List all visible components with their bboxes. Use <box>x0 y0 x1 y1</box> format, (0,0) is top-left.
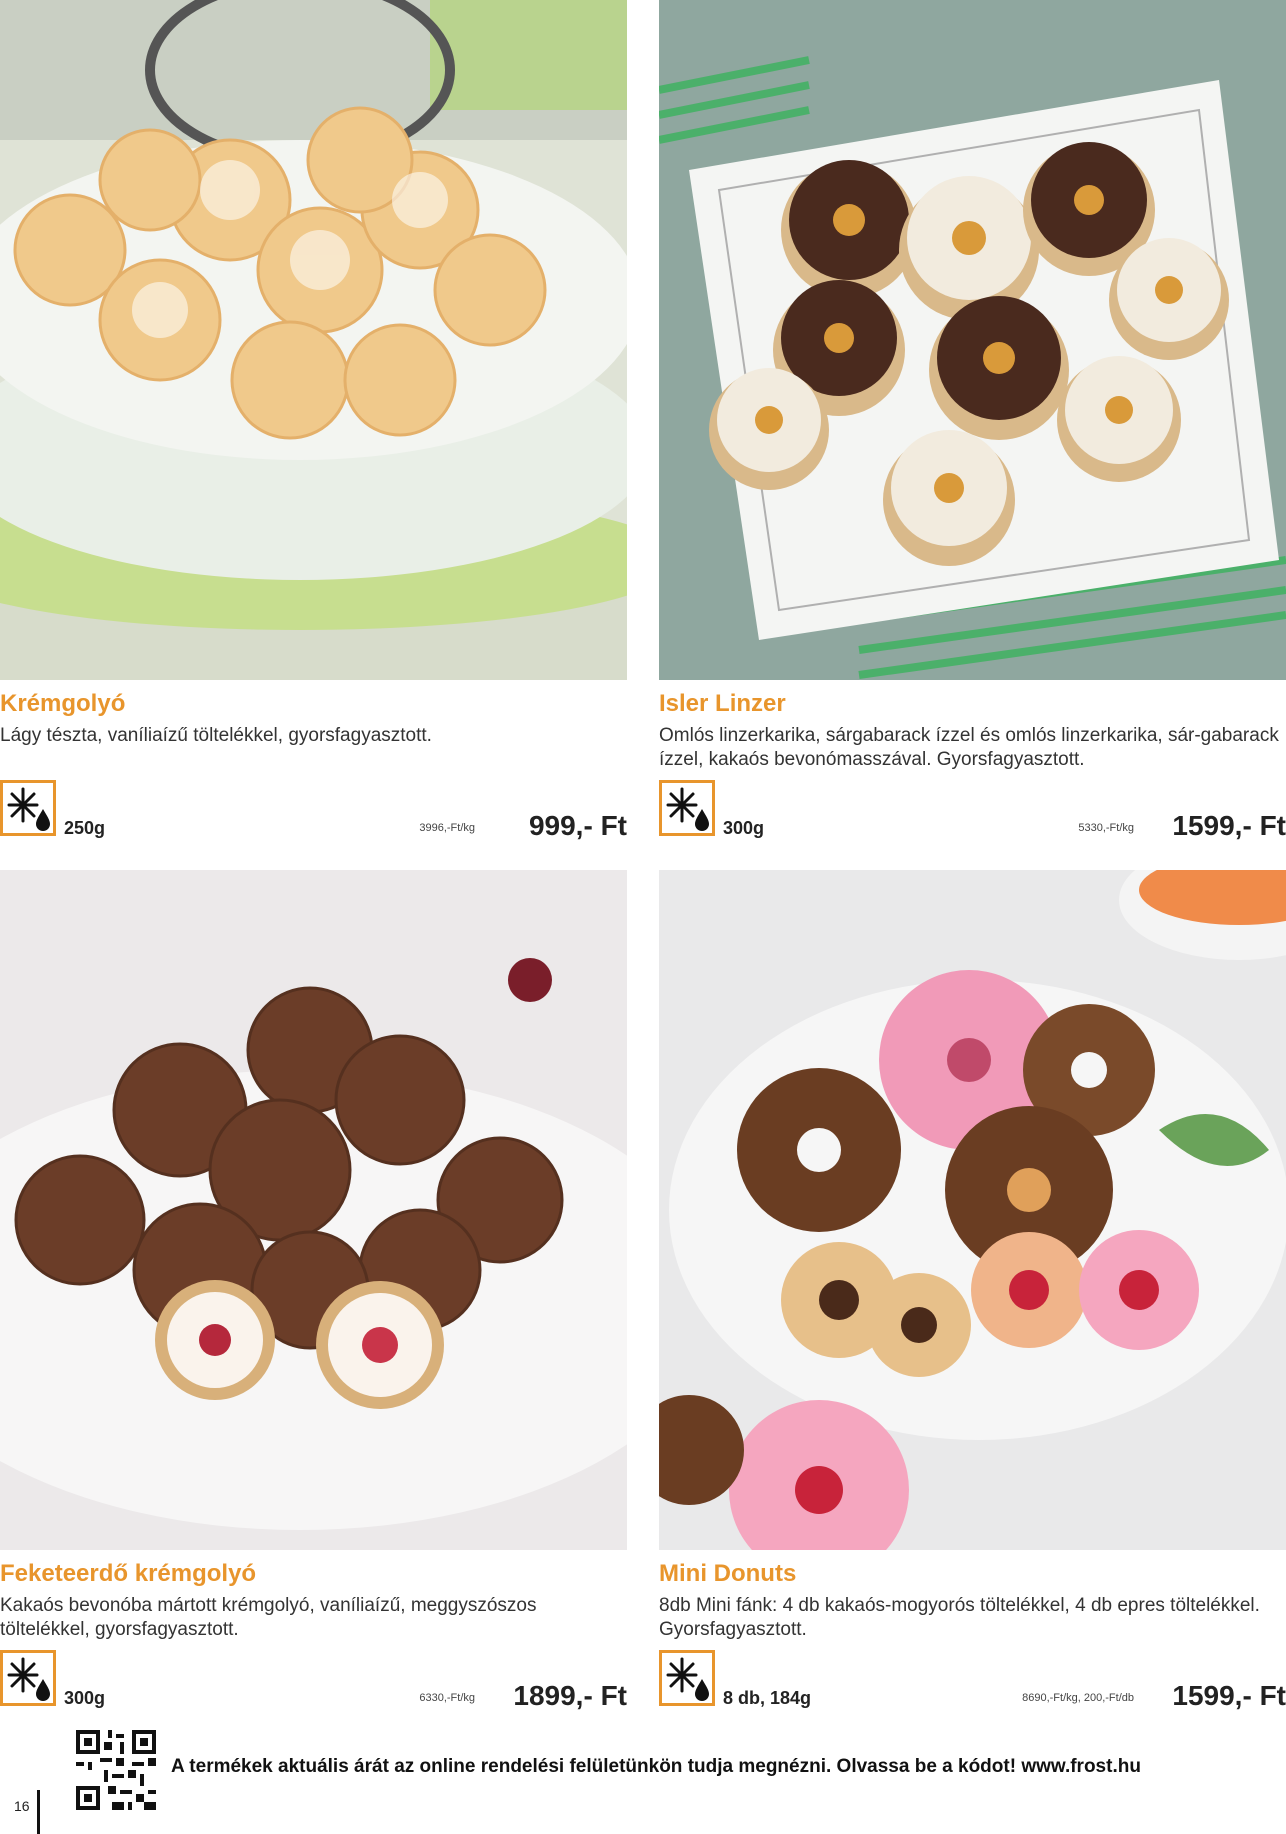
qr-code-icon[interactable] <box>76 1730 156 1810</box>
product-weight: 300g <box>64 1688 106 1708</box>
product-card: Isler Linzer Omlós linzerkarika, sárgaba… <box>659 0 1286 841</box>
frozen-snowflake-icon <box>659 780 715 836</box>
product-title: Isler Linzer <box>659 690 786 717</box>
product-photo-feketeerdo-kremgolyo <box>0 870 627 1550</box>
frozen-snowflake-icon <box>0 1650 56 1706</box>
product-price: 1599,- Ft <box>1172 1680 1286 1711</box>
page-number: 16 <box>14 1798 30 1814</box>
product-description: 8db Mini fánk: 4 db kakaós-mogyorós tölt… <box>659 1595 1260 1640</box>
frozen-snowflake-icon <box>659 1650 715 1706</box>
product-price: 1899,- Ft <box>513 1680 627 1711</box>
frozen-snowflake-icon <box>0 780 56 836</box>
product-card: Feketeerdő krémgolyó Kakaós bevonóba már… <box>0 870 627 1711</box>
product-card: Mini Donuts 8db Mini fánk: 4 db kakaós-m… <box>659 870 1286 1711</box>
product-meta: 300g 6330,-Ft/kg 1899,- Ft <box>0 1650 627 1711</box>
product-price: 999,- Ft <box>528 810 627 841</box>
product-unit-price: 5330,-Ft/kg <box>1078 822 1134 834</box>
product-meta: 300g 5330,-Ft/kg 1599,- Ft <box>659 780 1286 841</box>
product-meta: 250g 3996,-Ft/kg 999,- Ft <box>0 780 627 841</box>
product-photo-mini-donuts <box>659 870 1286 1550</box>
product-price: 1599,- Ft <box>1172 810 1286 841</box>
footer-note: A termékek aktuális árát az online rende… <box>171 1756 1141 1777</box>
product-description: Omlós linzerkarika, sárgabarack ízzel és… <box>659 725 1279 770</box>
product-weight: 300g <box>723 818 765 838</box>
product-title: Krémgolyó <box>0 690 126 717</box>
product-photo-kremgolyo <box>0 0 627 680</box>
product-title: Feketeerdő krémgolyó <box>0 1560 257 1587</box>
product-title: Mini Donuts <box>659 1560 797 1587</box>
product-meta: 8 db, 184g 8690,-Ft/kg, 200,-Ft/db 1599,… <box>659 1650 1286 1711</box>
product-description: Kakaós bevonóba mártott krémgolyó, vaníl… <box>0 1595 537 1640</box>
product-unit-price: 3996,-Ft/kg <box>419 822 475 834</box>
product-photo-isler-linzer <box>659 0 1286 680</box>
product-description: Lágy tészta, vaníliaízű töltelékkel, gyo… <box>0 725 432 746</box>
product-unit-price: 6330,-Ft/kg <box>419 1692 475 1704</box>
product-unit-price: 8690,-Ft/kg, 200,-Ft/db <box>1022 1692 1134 1704</box>
product-weight: 250g <box>64 818 106 838</box>
page-divider <box>37 1790 40 1834</box>
product-card: Krémgolyó Lágy tészta, vaníliaízű töltel… <box>0 0 627 841</box>
product-weight: 8 db, 184g <box>723 1688 812 1708</box>
page-footer: A termékek aktuális árát az online rende… <box>0 1720 1286 1834</box>
